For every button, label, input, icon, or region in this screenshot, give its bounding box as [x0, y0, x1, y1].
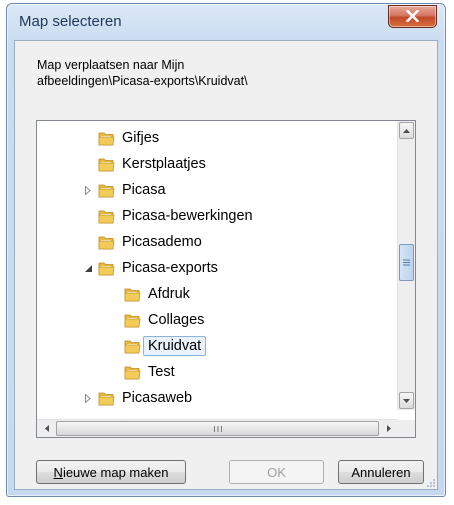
- tree-node[interactable]: Afdruk: [107, 281, 190, 307]
- tree-node[interactable]: Gifjes: [81, 125, 159, 151]
- new-folder-label: ieuwe map maken: [62, 464, 169, 480]
- tree-node-label: Collages: [148, 312, 205, 328]
- scroll-down-arrow-icon: [403, 398, 410, 403]
- horizontal-scrollbar[interactable]: [37, 419, 398, 437]
- tree-node-label: Picasa-bewerkingen: [122, 208, 253, 224]
- scroll-left-button[interactable]: [38, 421, 55, 436]
- tree-node-label: Picasa-exports: [122, 260, 218, 276]
- title-bar[interactable]: Map selecteren: [7, 4, 445, 40]
- scroll-up-button[interactable]: [399, 122, 414, 139]
- folder-icon: [124, 365, 141, 380]
- cancel-label: Annuleren: [351, 464, 411, 480]
- folder-icon: [124, 339, 141, 354]
- tree-node[interactable]: Kruidvat: [107, 333, 207, 359]
- dialog-window: Map selecteren Map verplaatsen naar Mijn…: [6, 3, 446, 497]
- tree-node-label: Picasaweb: [122, 390, 193, 406]
- dialog-body: Map verplaatsen naar Mijn afbeeldingen\P…: [14, 40, 438, 490]
- grip-icon: [214, 426, 222, 432]
- tree-node-label: Picasademo: [122, 234, 202, 250]
- vertical-scrollbar[interactable]: [397, 121, 415, 410]
- scroll-corner: [398, 420, 415, 437]
- resize-grip-icon[interactable]: [425, 477, 435, 487]
- scroll-right-button[interactable]: [380, 421, 397, 436]
- scroll-left-arrow-icon: [44, 425, 49, 432]
- destination-description: Map verplaatsen naar Mijn afbeeldingen\P…: [37, 58, 248, 88]
- tree-node-label: Afdruk: [148, 286, 190, 302]
- tree-node[interactable]: Picasa: [81, 177, 166, 203]
- ok-button[interactable]: OK: [229, 460, 324, 484]
- folder-icon: [124, 287, 141, 302]
- tree-node-label: Test: [148, 364, 175, 380]
- dialog-title: Map selecteren: [19, 13, 122, 30]
- folder-tree[interactable]: Gifjes Kerstplaatjes Picasa Picasa-bewerkin…: [36, 120, 416, 438]
- expand-arrow-icon[interactable]: [81, 183, 95, 197]
- scroll-up-arrow-icon: [403, 128, 410, 133]
- folder-icon: [98, 261, 115, 276]
- tree-node[interactable]: Test: [107, 359, 175, 385]
- tree-node-label: Picasa: [122, 182, 166, 198]
- ok-label: OK: [267, 464, 286, 480]
- new-folder-access-key: N: [53, 464, 63, 480]
- horizontal-scroll-thumb[interactable]: [56, 421, 379, 436]
- grip-icon: [403, 259, 410, 266]
- tree-node[interactable]: Picasa-bewerkingen: [81, 203, 253, 229]
- folder-icon: [98, 209, 115, 224]
- vertical-scroll-thumb[interactable]: [399, 244, 414, 281]
- folder-icon: [98, 235, 115, 250]
- scroll-right-arrow-icon: [386, 425, 391, 432]
- folder-icon: [98, 183, 115, 198]
- folder-icon: [124, 313, 141, 328]
- tree-node-label: Gifjes: [122, 130, 160, 146]
- cancel-button[interactable]: Annuleren: [338, 460, 424, 484]
- expand-arrow-icon[interactable]: [81, 391, 95, 405]
- new-folder-button[interactable]: Nieuwe map maken: [36, 460, 186, 484]
- tree-node[interactable]: Collages: [107, 307, 204, 333]
- close-button[interactable]: [388, 5, 437, 28]
- folder-icon: [98, 391, 115, 406]
- tree-node[interactable]: Kerstplaatjes: [81, 151, 206, 177]
- collapse-arrow-icon[interactable]: [81, 261, 95, 275]
- tree-node[interactable]: Picasaweb: [81, 385, 192, 411]
- tree-node-label: Kruidvat: [143, 336, 207, 356]
- scroll-down-button[interactable]: [399, 392, 414, 409]
- tree-node[interactable]: Picasademo: [81, 229, 202, 255]
- tree-node-label: Kerstplaatjes: [122, 156, 206, 172]
- tree-node[interactable]: Picasa-exports: [81, 255, 218, 281]
- folder-icon: [98, 131, 115, 146]
- folder-icon: [98, 157, 115, 172]
- close-icon: [406, 10, 419, 22]
